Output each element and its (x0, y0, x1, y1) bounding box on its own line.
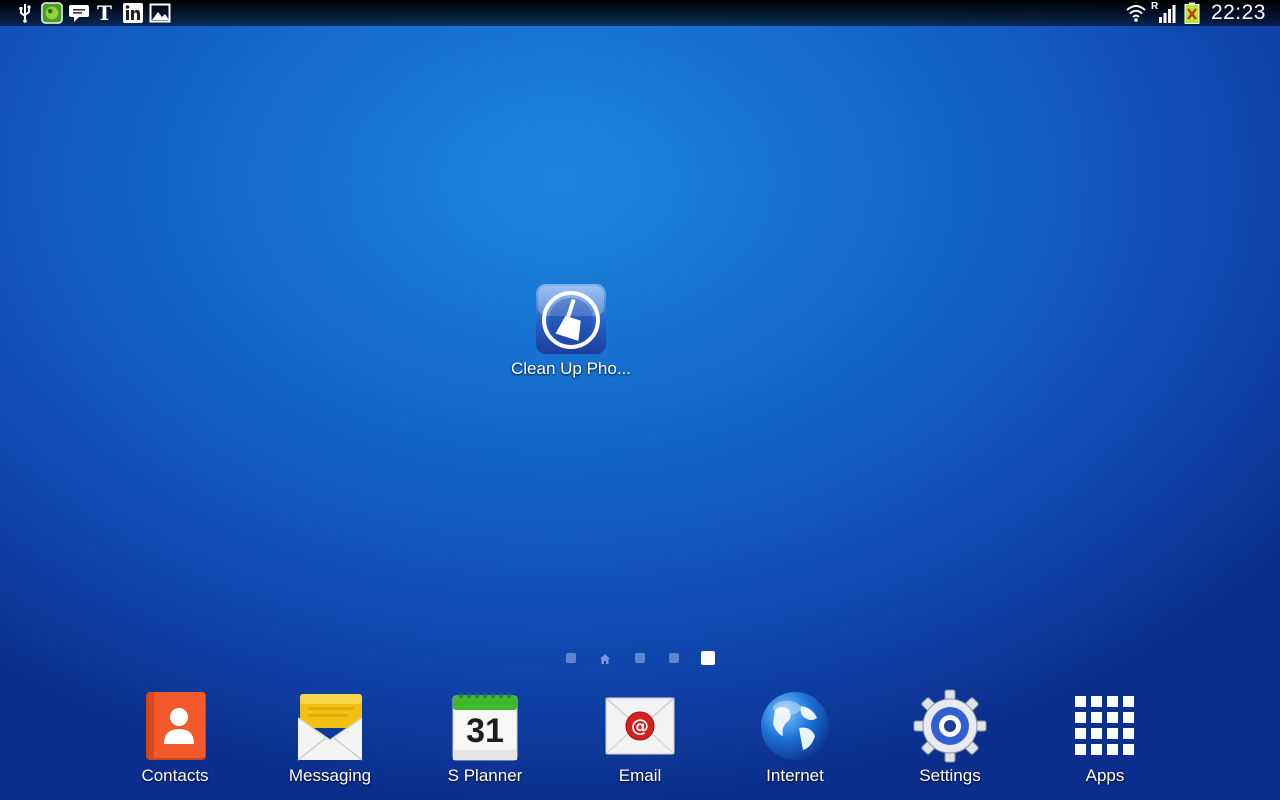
settings-label: Settings (919, 766, 981, 785)
wifi-icon (1125, 2, 1147, 24)
page-dot-5-current[interactable] (701, 651, 715, 665)
email-label: Email (618, 766, 662, 785)
internet-app[interactable]: Internet (735, 688, 855, 786)
page-dot-3[interactable] (635, 653, 645, 663)
apps-grid-icon (1067, 688, 1143, 764)
linkedin-icon (122, 2, 144, 24)
game-icon (41, 2, 63, 24)
signal-icon: R (1150, 1, 1177, 24)
page-dot-1[interactable] (566, 653, 576, 663)
globe-icon (757, 688, 833, 764)
internet-label: Internet (766, 766, 824, 785)
messaging-label: Messaging (288, 766, 372, 785)
home-page-icon[interactable] (599, 652, 610, 664)
broom-icon (535, 283, 607, 355)
calendar-date: 31 (466, 712, 504, 750)
contacts-icon (137, 688, 213, 764)
apps-button[interactable]: Apps (1045, 688, 1165, 786)
email-app[interactable]: @ Email (580, 688, 700, 786)
svg-text:@: @ (631, 716, 649, 737)
contacts-label: Contacts (141, 766, 209, 785)
usb-icon (14, 2, 36, 24)
email-icon: @ (602, 688, 678, 764)
nytimes-icon: T (95, 2, 117, 24)
splanner-label: S Planner (447, 766, 523, 785)
dock[interactable]: Contacts Messaging 31 S Planner @ Email … (0, 688, 1280, 800)
clock: 22:23 (1210, 1, 1266, 24)
calendar-icon: 31 (447, 688, 523, 764)
page-dot-4[interactable] (669, 653, 679, 663)
svg-text:T: T (97, 2, 112, 24)
status-bar[interactable]: T R 22:23 (0, 0, 1280, 26)
contacts-app[interactable]: Contacts (115, 688, 235, 786)
shortcut-label: Clean Up Pho... (510, 359, 631, 378)
chat-icon (68, 2, 90, 24)
clean-up-photos-shortcut[interactable]: Clean Up Pho... (504, 283, 638, 379)
splanner-app[interactable]: 31 S Planner (425, 688, 545, 786)
messaging-icon (292, 688, 368, 764)
settings-app[interactable]: Settings (890, 688, 1010, 786)
notification-icons[interactable]: T (14, 2, 171, 24)
gear-icon (912, 688, 988, 764)
page-indicator[interactable] (560, 648, 730, 668)
gallery-icon (149, 2, 171, 24)
battery-icon (1181, 2, 1203, 24)
messaging-app[interactable]: Messaging (270, 688, 390, 786)
apps-label: Apps (1085, 766, 1125, 785)
system-indicators[interactable]: R 22:23 (1125, 0, 1266, 26)
roaming-indicator: R (1150, 1, 1159, 12)
